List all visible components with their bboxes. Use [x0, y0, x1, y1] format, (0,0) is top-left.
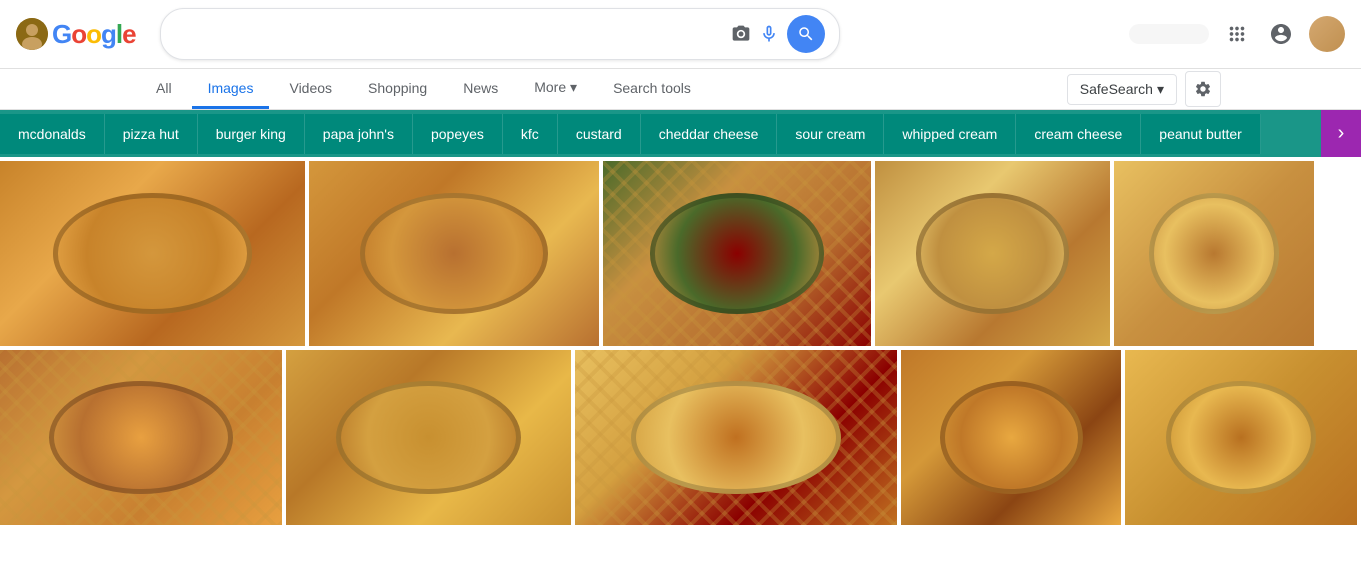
tab-more[interactable]: More ▾ [518, 69, 593, 109]
image-row-1 [0, 161, 1361, 346]
logo-o1: o [71, 19, 86, 49]
image-thumbnail[interactable] [0, 161, 305, 346]
header-right [1129, 16, 1345, 52]
filter-next-button[interactable]: › [1321, 110, 1361, 157]
logo-o2: o [86, 19, 101, 49]
settings-button[interactable] [1185, 71, 1221, 107]
image-thumbnail[interactable] [286, 350, 571, 525]
filter-chip-custard[interactable]: custard [558, 114, 641, 154]
filter-chip-burger-king[interactable]: burger king [198, 114, 305, 154]
filter-chip-mcdonalds[interactable]: mcdonalds [0, 114, 105, 154]
account-icon[interactable] [1265, 18, 1297, 50]
camera-icon[interactable] [731, 24, 751, 44]
filter-chip-sour-cream[interactable]: sour cream [777, 114, 884, 154]
filter-chip-papa-john's[interactable]: papa john's [305, 114, 413, 154]
apps-menu-icon[interactable] [1221, 18, 1253, 50]
tab-search-tools[interactable]: Search tools [597, 70, 707, 109]
filter-bar: mcdonaldspizza hutburger kingpapa john's… [0, 110, 1361, 157]
profile-avatar[interactable] [1309, 16, 1345, 52]
safe-search-chevron: ▾ [1157, 81, 1164, 98]
filter-chip-cheddar-cheese[interactable]: cheddar cheese [641, 114, 778, 154]
image-thumbnail[interactable] [875, 161, 1110, 346]
nav-right: SafeSearch ▾ [1067, 71, 1221, 107]
search-bar: apple pie [160, 8, 840, 60]
logo-g: G [52, 19, 71, 49]
google-logo[interactable]: Google [16, 18, 136, 50]
tab-all[interactable]: All [140, 70, 188, 109]
safe-search-button[interactable]: SafeSearch ▾ [1067, 74, 1177, 105]
search-input[interactable]: apple pie [175, 25, 723, 43]
filter-chip-kfc[interactable]: kfc [503, 114, 558, 154]
mic-icon[interactable] [759, 24, 779, 44]
nav-bar: All Images Videos Shopping News More ▾ S… [0, 69, 1361, 110]
image-thumbnail[interactable] [901, 350, 1121, 525]
image-thumbnail[interactable] [1125, 350, 1357, 525]
safe-search-label: SafeSearch [1080, 81, 1153, 97]
search-button[interactable] [787, 15, 825, 53]
image-thumbnail[interactable] [1114, 161, 1314, 346]
tab-images[interactable]: Images [192, 70, 270, 109]
header: Google apple pie [0, 0, 1361, 69]
filter-chip-cream-cheese[interactable]: cream cheese [1016, 114, 1141, 154]
filter-chip-pizza-hut[interactable]: pizza hut [105, 114, 198, 154]
image-thumbnail[interactable] [575, 350, 897, 525]
sign-in-button[interactable] [1129, 24, 1209, 44]
tab-news[interactable]: News [447, 70, 514, 109]
logo-avatar [16, 18, 48, 50]
logo-e: e [122, 19, 135, 49]
tab-shopping[interactable]: Shopping [352, 70, 443, 109]
image-grid [0, 157, 1361, 529]
image-row-2 [0, 350, 1361, 525]
image-thumbnail[interactable] [309, 161, 599, 346]
filter-chip-whipped-cream[interactable]: whipped cream [884, 114, 1016, 154]
image-thumbnail[interactable] [0, 350, 282, 525]
image-thumbnail[interactable] [603, 161, 871, 346]
filter-chip-peanut-butter[interactable]: peanut butter [1141, 114, 1261, 154]
logo-g2: g [101, 19, 116, 49]
tab-videos[interactable]: Videos [273, 70, 348, 109]
filter-chip-popeyes[interactable]: popeyes [413, 114, 503, 154]
